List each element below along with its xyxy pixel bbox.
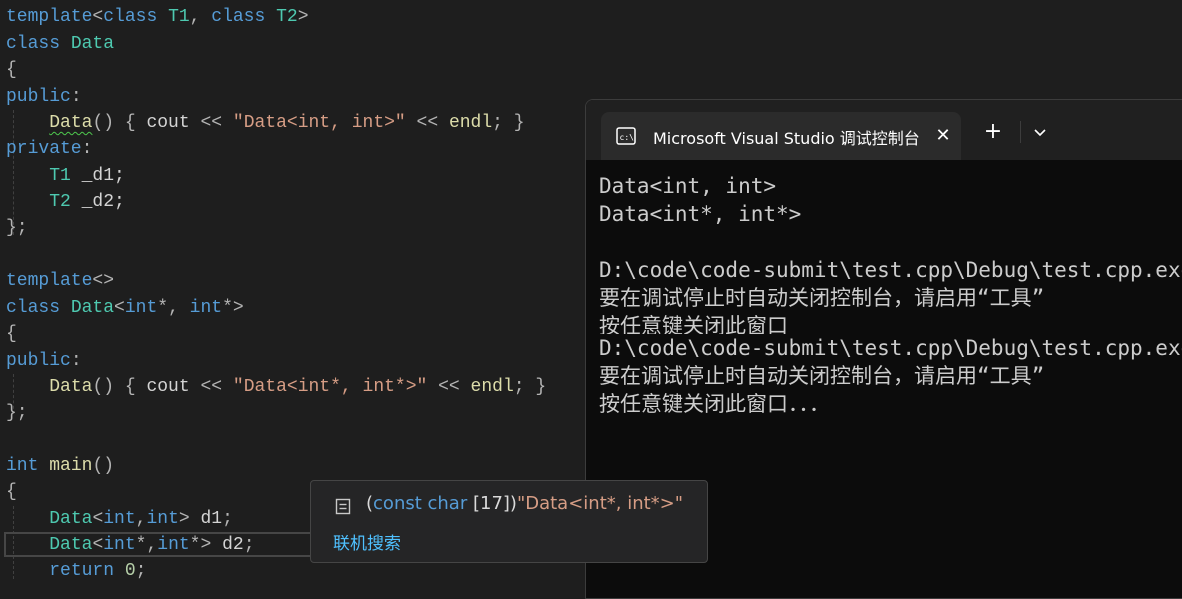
code-line: T2 _d2; [49, 192, 125, 212]
output-line: D:\code\code-submit\test.cpp\Debug\test.… [599, 336, 1182, 360]
code-line: return 0; [49, 561, 147, 581]
code-line: T1 _d1; [49, 166, 125, 186]
code-line: { [6, 482, 17, 502]
code-line: template<> [6, 271, 115, 291]
code-line: Data() { cout << "Data<int*, int*>" << e… [49, 377, 547, 397]
code-line: Data() { cout << "Data<int, int>" << end… [49, 113, 525, 133]
code-line: int main() [6, 456, 115, 476]
terminal-tab-bar: c:\ Microsoft Visual Studio 调试控制台 ✕ + [586, 100, 1182, 160]
code-line: public: [6, 351, 82, 371]
squiggle-warning[interactable]: Data [49, 113, 92, 133]
output-line: 要在调试停止时自动关闭控制台，请启用“工具” [599, 286, 1045, 310]
console-output: Data<int, int> Data<int*, int*> D:\code\… [599, 172, 1182, 418]
output-line: 按任意键关闭此窗口．．． [599, 392, 830, 416]
code-line: private: [6, 139, 93, 159]
close-icon[interactable]: ✕ [931, 124, 955, 148]
output-line: 要在调试停止时自动关闭控制台，请启用“工具” [599, 364, 1045, 388]
code-line: class Data [6, 34, 115, 54]
output-line: Data<int, int> [599, 174, 777, 198]
constant-icon [335, 498, 351, 515]
code-line: { [6, 60, 17, 80]
code-line: { [6, 324, 17, 344]
svg-text:c:\: c:\ [620, 133, 635, 142]
console-icon: c:\ [616, 127, 636, 145]
tab-divider [1020, 121, 1021, 143]
code-line: public: [6, 87, 82, 107]
code-line: Data<int,int> d1; [49, 509, 233, 529]
chevron-down-icon[interactable] [1028, 120, 1052, 144]
code-line: template<class T1, class T2> [6, 7, 309, 27]
code-line: Data<int*,int*> d2; [49, 535, 255, 555]
output-line: D:\code\code-submit\test.cpp\Debug\test.… [599, 258, 1182, 282]
new-tab-button[interactable]: + [981, 120, 1005, 144]
quick-info-tooltip: (const char [17])"Data<int*, int*>" 联机搜索 [310, 480, 708, 563]
online-search-link[interactable]: 联机搜索 [333, 529, 401, 554]
code-line: }; [6, 403, 28, 423]
code-line: class Data<int*, int*> [6, 298, 244, 318]
output-line: 按任意键关闭此窗口 [599, 314, 788, 334]
output-line: Data<int*, int*> [599, 202, 802, 226]
tab-title: Microsoft Visual Studio 调试控制台 [653, 129, 920, 148]
tooltip-signature: (const char [17])"Data<int*, int*>" [366, 493, 684, 514]
code-line: }; [6, 218, 28, 238]
tab-debug-console[interactable]: c:\ Microsoft Visual Studio 调试控制台 ✕ [601, 112, 961, 160]
